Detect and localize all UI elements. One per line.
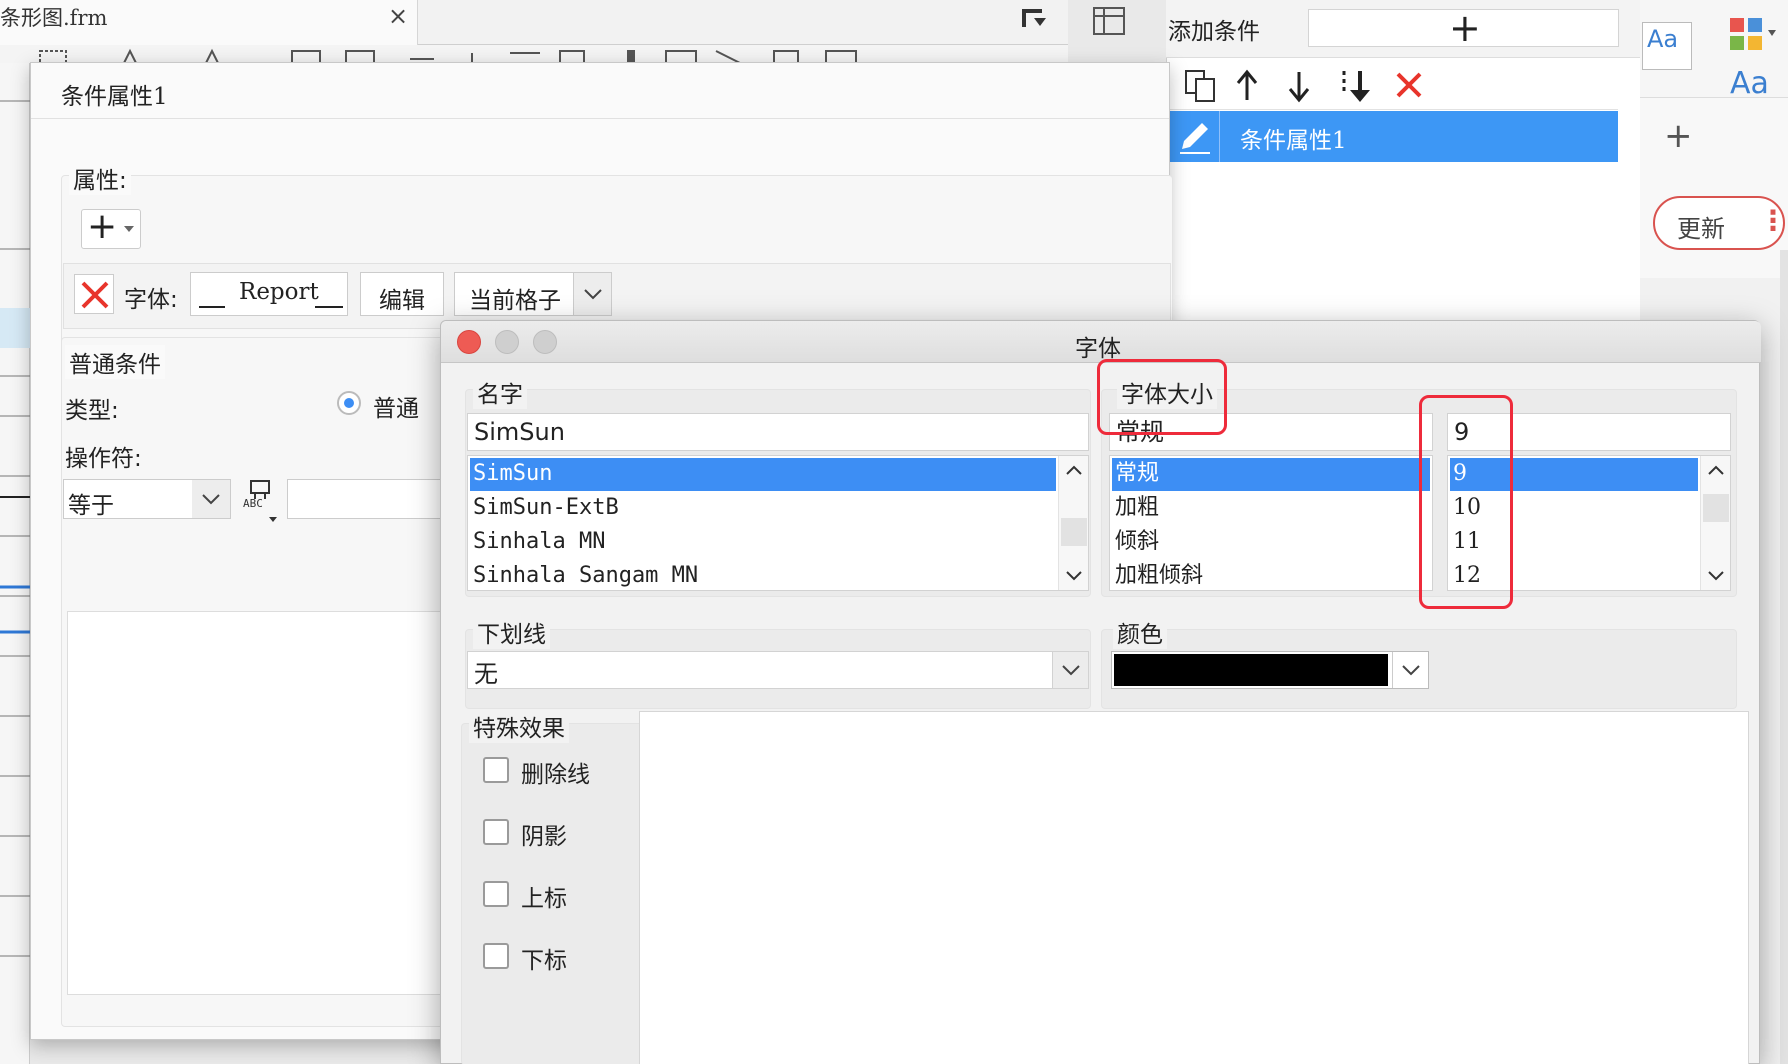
scope-select[interactable]: 当前格子 — [454, 272, 612, 316]
checkbox-box[interactable] — [483, 819, 509, 845]
effects-label: 特殊效果 — [469, 709, 569, 743]
delete-condition-icon[interactable] — [1392, 68, 1426, 102]
chevron-down-icon[interactable] — [1052, 652, 1088, 688]
tab-close-icon[interactable]: × — [388, 2, 408, 30]
font-name-list[interactable]: SimSun SimSun-ExtB Sinhala MN Sinhala Sa… — [467, 455, 1089, 591]
edit-pencil-icon[interactable] — [1170, 111, 1220, 162]
font-aa-icon[interactable]: Aa — [1730, 66, 1769, 101]
condition-item-label: 条件属性1 — [1240, 128, 1347, 154]
color-picker[interactable] — [1111, 651, 1429, 689]
color-swatch — [1114, 654, 1388, 686]
subscript-checkbox[interactable]: 下标 — [483, 939, 643, 975]
background-file-tab[interactable]: 条形图.frm × — [0, 0, 418, 45]
underline-select[interactable]: 无 — [467, 651, 1089, 689]
add-condition-button[interactable]: + — [1308, 6, 1619, 50]
abc-type-icon[interactable]: ABC — [241, 479, 281, 523]
checkbox-box[interactable] — [483, 757, 509, 783]
type-normal-radio[interactable] — [337, 391, 361, 415]
ribbon-area: Aa Aa — [1640, 0, 1788, 101]
font-name-scrollbar[interactable] — [1058, 456, 1088, 590]
type-label: 类型: — [65, 398, 119, 424]
copy-icon[interactable] — [1182, 68, 1218, 104]
font-name-label: 名字 — [473, 375, 527, 409]
background-tab-title: 条形图.frm — [0, 6, 108, 30]
dialog-title: 条件属性1 — [61, 84, 168, 110]
superscript-checkbox[interactable]: 上标 — [483, 877, 643, 913]
chevron-down-icon[interactable] — [1392, 652, 1428, 688]
condition-list-item[interactable]: 条件属性1 — [1170, 111, 1618, 162]
font-name-option[interactable]: Sinhala Sangam MN — [470, 560, 1056, 593]
minimize-window-icon[interactable] — [495, 330, 519, 354]
add-property-button[interactable]: + — [81, 206, 141, 249]
font-name-option[interactable]: SimSun — [470, 458, 1056, 491]
dropdown-flag-icon[interactable] — [1020, 6, 1050, 32]
dialog-header: 条件属性1 — [31, 63, 1169, 119]
condition-preview-area — [67, 611, 487, 995]
font-style-option[interactable]: 倾斜 — [1112, 526, 1430, 559]
operator-label: 操作符: — [65, 446, 142, 472]
font-label: 字体: — [124, 287, 178, 313]
font-style-option[interactable]: 加粗倾斜 — [1112, 560, 1430, 593]
annotation-highlight-size-label — [1097, 359, 1227, 435]
font-name-option[interactable]: SimSun-ExtB — [470, 492, 1056, 525]
properties-label: 属性: — [69, 161, 131, 195]
annotation-highlight-size-list — [1419, 395, 1513, 609]
operator-select[interactable]: 等于 — [63, 479, 231, 519]
font-style-list[interactable]: 常规 加粗 倾斜 加粗倾斜 — [1109, 455, 1433, 591]
condition-toolbar — [1170, 62, 1618, 110]
font-preview-area — [639, 711, 1749, 1064]
close-window-icon[interactable] — [457, 330, 481, 354]
plus-icon: + — [1449, 6, 1481, 50]
font-dialog: 字体 名字 SimSun SimSun SimSun-ExtB Sinhala … — [440, 320, 1761, 1064]
shadow-checkbox[interactable]: 阴影 — [483, 815, 643, 851]
font-preview-button[interactable]: Report — [190, 272, 348, 316]
type-normal-label: 普通 — [373, 396, 419, 422]
font-style-option[interactable]: 加粗 — [1112, 492, 1430, 525]
font-name-input[interactable]: SimSun — [467, 413, 1089, 451]
update-button[interactable]: 更新 ⋮ — [1653, 196, 1787, 250]
right-panel-body: + — [1640, 98, 1788, 278]
font-style-option[interactable]: 常规 — [1112, 458, 1430, 491]
normal-condition-label: 普通条件 — [65, 345, 165, 379]
add-condition-label: 添加条件 — [1168, 19, 1260, 45]
edit-font-button[interactable]: 编辑 — [360, 272, 444, 316]
right-scrollbar[interactable] — [1780, 250, 1788, 1064]
color-label: 颜色 — [1113, 615, 1167, 649]
right-add-icon[interactable]: + — [1664, 116, 1693, 156]
checkbox-box[interactable] — [483, 881, 509, 907]
more-menu-icon[interactable]: ⋮ — [1759, 204, 1787, 237]
move-up-icon[interactable] — [1232, 68, 1262, 104]
underline-label: 下划线 — [473, 615, 550, 649]
strikethrough-checkbox[interactable]: 删除线 — [483, 753, 643, 789]
plus-icon: + — [87, 206, 118, 247]
zoom-window-icon[interactable] — [533, 330, 557, 354]
color-grid-icon[interactable] — [1728, 16, 1778, 56]
remove-property-icon[interactable] — [74, 274, 114, 314]
layout-grid-icon[interactable] — [1092, 4, 1126, 38]
font-dialog-titlebar: 字体 — [441, 321, 1761, 363]
background-toolbar — [0, 45, 1068, 63]
move-down-icon[interactable] — [1284, 68, 1314, 104]
background-ruler — [0, 63, 30, 1064]
font-name-option[interactable]: Sinhala MN — [470, 526, 1056, 559]
chevron-down-icon[interactable] — [573, 273, 611, 315]
font-dialog-title: 字体 — [1075, 336, 1121, 362]
chevron-down-icon[interactable] — [192, 480, 230, 518]
font-preview-text: Report — [239, 279, 319, 305]
font-size-scrollbar[interactable] — [1700, 456, 1730, 590]
move-bottom-icon[interactable] — [1336, 68, 1372, 104]
checkbox-box[interactable] — [483, 943, 509, 969]
theme-aa-icon[interactable]: Aa — [1642, 22, 1692, 70]
